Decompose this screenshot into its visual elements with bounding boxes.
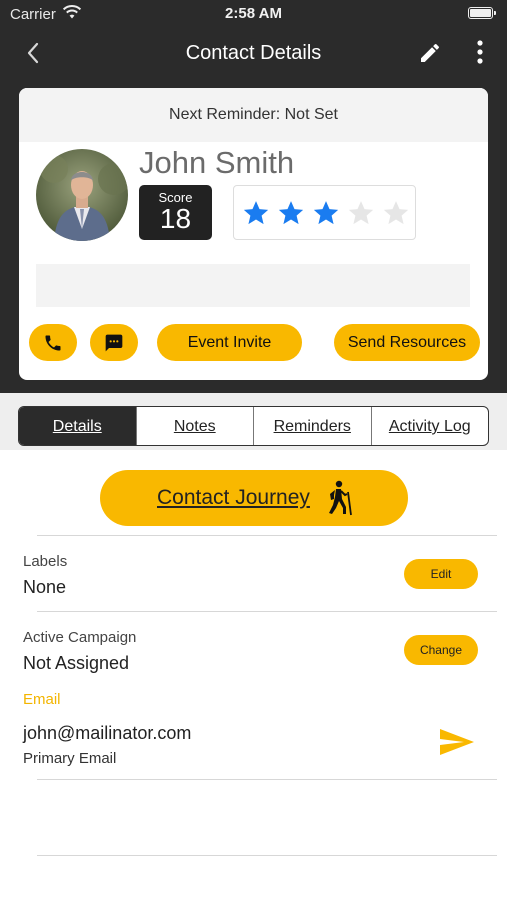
nav-bar: Contact Details [0,30,507,76]
tab-reminders[interactable]: Reminders [254,407,372,445]
contact-details-screen: Carrier 2:58 AM Contact Details Next Rem… [0,0,507,900]
hiker-icon [329,480,352,516]
labels-value: None [23,577,67,597]
labels-label: Labels [23,553,68,570]
header-area: Carrier 2:58 AM Contact Details Next Rem… [0,0,507,393]
star-rating[interactable] [233,185,416,240]
star-empty-icon[interactable] [347,199,375,227]
pencil-icon[interactable] [418,41,442,65]
divider [37,855,497,856]
star-filled-icon[interactable] [312,199,340,227]
contact-name: John Smith [139,145,295,180]
send-icon[interactable] [438,727,476,757]
message-icon [105,334,123,351]
divider [37,535,497,536]
reminder-bar: Next Reminder: Not Set [19,88,488,142]
score-badge: Score 18 [139,185,212,240]
active-campaign-value: Not Assigned [23,653,130,673]
star-filled-icon[interactable] [242,199,270,227]
email-section-label: Email [23,691,61,708]
divider [37,611,497,612]
next-reminder-text: Next Reminder: Not Set [169,106,338,123]
score-value: 18 [159,203,192,234]
change-campaign-button[interactable]: Change [404,635,478,665]
call-button[interactable] [29,324,77,361]
tab-details[interactable]: Details [19,407,137,445]
event-invite-button[interactable]: Event Invite [157,324,302,361]
clock: 2:58 AM [225,5,282,22]
tab-notes[interactable]: Notes [137,407,254,445]
avatar[interactable] [36,149,128,241]
phone-icon [45,335,61,350]
send-resources-button[interactable]: Send Resources [334,324,480,361]
tab-bar: Details Notes Reminders Activity Log [18,406,489,446]
contact-journey-label: Contact Journey [157,486,310,509]
status-bar: Carrier 2:58 AM [0,0,507,28]
active-campaign-label: Active Campaign [23,629,137,646]
email-address: john@mailinator.com [23,723,192,743]
divider [37,779,497,780]
star-empty-icon[interactable] [382,199,410,227]
edit-labels-button[interactable]: Edit [404,559,478,589]
contact-journey-button[interactable]: Contact Journey [100,470,408,526]
info-field [36,264,470,307]
contact-card: Next Reminder: Not Set John Smith Score … [19,88,488,380]
message-button[interactable] [90,324,138,361]
email-type: Primary Email [23,750,117,767]
more-vertical-icon[interactable] [467,39,493,65]
battery-icon [468,7,496,19]
star-filled-icon[interactable] [277,199,305,227]
tab-activity-log[interactable]: Activity Log [372,407,489,445]
